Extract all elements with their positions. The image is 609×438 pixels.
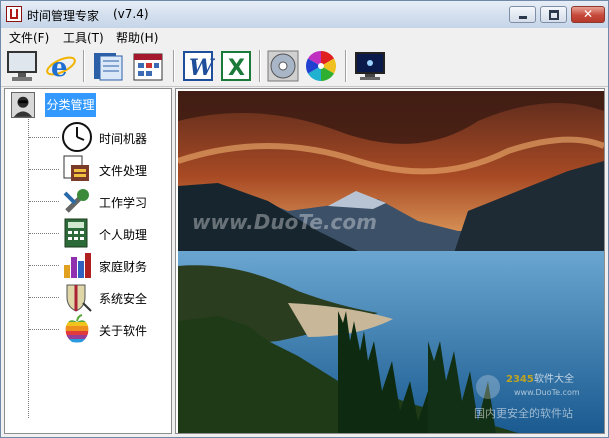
screen-icon[interactable] (353, 49, 387, 83)
tree-item-system-security[interactable]: 系统安全 (29, 281, 169, 313)
tree-item-label: 时间机器 (99, 132, 148, 146)
clock-icon (62, 122, 92, 152)
toolbar-separator (173, 50, 175, 82)
maximize-button[interactable] (540, 6, 567, 23)
tree-root-label[interactable]: 分类管理 (45, 93, 96, 117)
app-window: 时间管理专家 (v7.4) ✕ 文件(F) 工具(T) 帮助(H) e W X … (0, 0, 609, 438)
tree-item-time-machine[interactable]: 时间机器 (29, 121, 169, 153)
footer-watermark: 国内更安全的软件站 (474, 406, 573, 420)
badge-number: 2345 (506, 374, 534, 385)
landscape-image: www.DuoTe.com 2345 软件大全 www.DuoTe.com 国内… (178, 91, 604, 433)
tree-item-work-study[interactable]: 工作学习 (29, 185, 169, 217)
tree-connector (29, 329, 59, 330)
tree-item-about[interactable]: 关于软件 (29, 313, 169, 345)
category-tree: 分类管理 时间机器 文件处理 工作学习 个人助理 家庭财务 系统安全 关于软件 (4, 88, 172, 434)
excel-icon[interactable]: X (219, 49, 253, 83)
apple-icon (65, 314, 89, 343)
calendar-icon[interactable] (131, 49, 165, 83)
tree-item-label: 关于软件 (99, 324, 148, 338)
tree-item-label: 家庭财务 (99, 260, 148, 274)
tree-item-file-processing[interactable]: 文件处理 (29, 153, 169, 185)
toolbar-separator (259, 50, 261, 82)
disc-icon[interactable] (266, 49, 300, 83)
toolbar: e W X (1, 46, 608, 87)
tree-connector (29, 297, 59, 298)
svg-text:X: X (228, 56, 245, 81)
tree-connector (29, 201, 59, 202)
browser-icon[interactable]: e (44, 49, 78, 83)
notes-icon[interactable] (91, 49, 125, 83)
svg-text:W: W (189, 55, 215, 81)
watermark-text: www.DuoTe.com (192, 210, 377, 234)
tree-item-label: 系统安全 (99, 292, 148, 306)
tree-connector (29, 233, 59, 234)
window-version: (v7.4) (113, 7, 149, 21)
color-wheel-icon[interactable] (304, 49, 338, 83)
toolbar-separator (345, 50, 347, 82)
menu-file[interactable]: 文件(F) (9, 29, 49, 46)
calculator-icon (64, 218, 88, 248)
menu-help[interactable]: 帮助(H) (116, 29, 158, 46)
tree-item-label: 工作学习 (99, 196, 148, 210)
badge-url: www.DuoTe.com (514, 388, 580, 397)
svg-text:e: e (51, 53, 68, 83)
close-icon: ✕ (582, 7, 594, 21)
wrench-icon (63, 189, 89, 213)
tree-item-family-finance[interactable]: 家庭财务 (29, 249, 169, 281)
tree-item-personal-assistant[interactable]: 个人助理 (29, 217, 169, 249)
shield-icon (66, 284, 92, 312)
file-tools-icon (63, 155, 89, 181)
app-icon[interactable] (6, 6, 22, 22)
badge-logo-icon (476, 375, 500, 399)
close-button[interactable]: ✕ (571, 6, 605, 23)
minimize-button[interactable] (509, 6, 536, 23)
bar-chart-icon (64, 253, 91, 278)
window-title: 时间管理专家 (27, 9, 100, 23)
menu-tools[interactable]: 工具(T) (63, 29, 104, 46)
menu-bar: 文件(F) 工具(T) 帮助(H) (1, 28, 608, 46)
tree-item-label: 个人助理 (99, 228, 148, 242)
toolbar-separator (83, 50, 85, 82)
tree-connector (29, 265, 59, 266)
tree-connector (29, 137, 59, 138)
tree-connector (29, 169, 59, 170)
image-viewer: www.DuoTe.com 2345 软件大全 www.DuoTe.com 国内… (175, 88, 605, 434)
badge-text: 软件大全 (534, 372, 574, 385)
monitor-icon[interactable] (5, 49, 39, 83)
tree-item-label: 文件处理 (99, 164, 148, 178)
word-icon[interactable]: W (181, 49, 215, 83)
avatar-icon[interactable] (11, 92, 35, 118)
title-bar[interactable]: 时间管理专家 (v7.4) ✕ (1, 1, 608, 28)
